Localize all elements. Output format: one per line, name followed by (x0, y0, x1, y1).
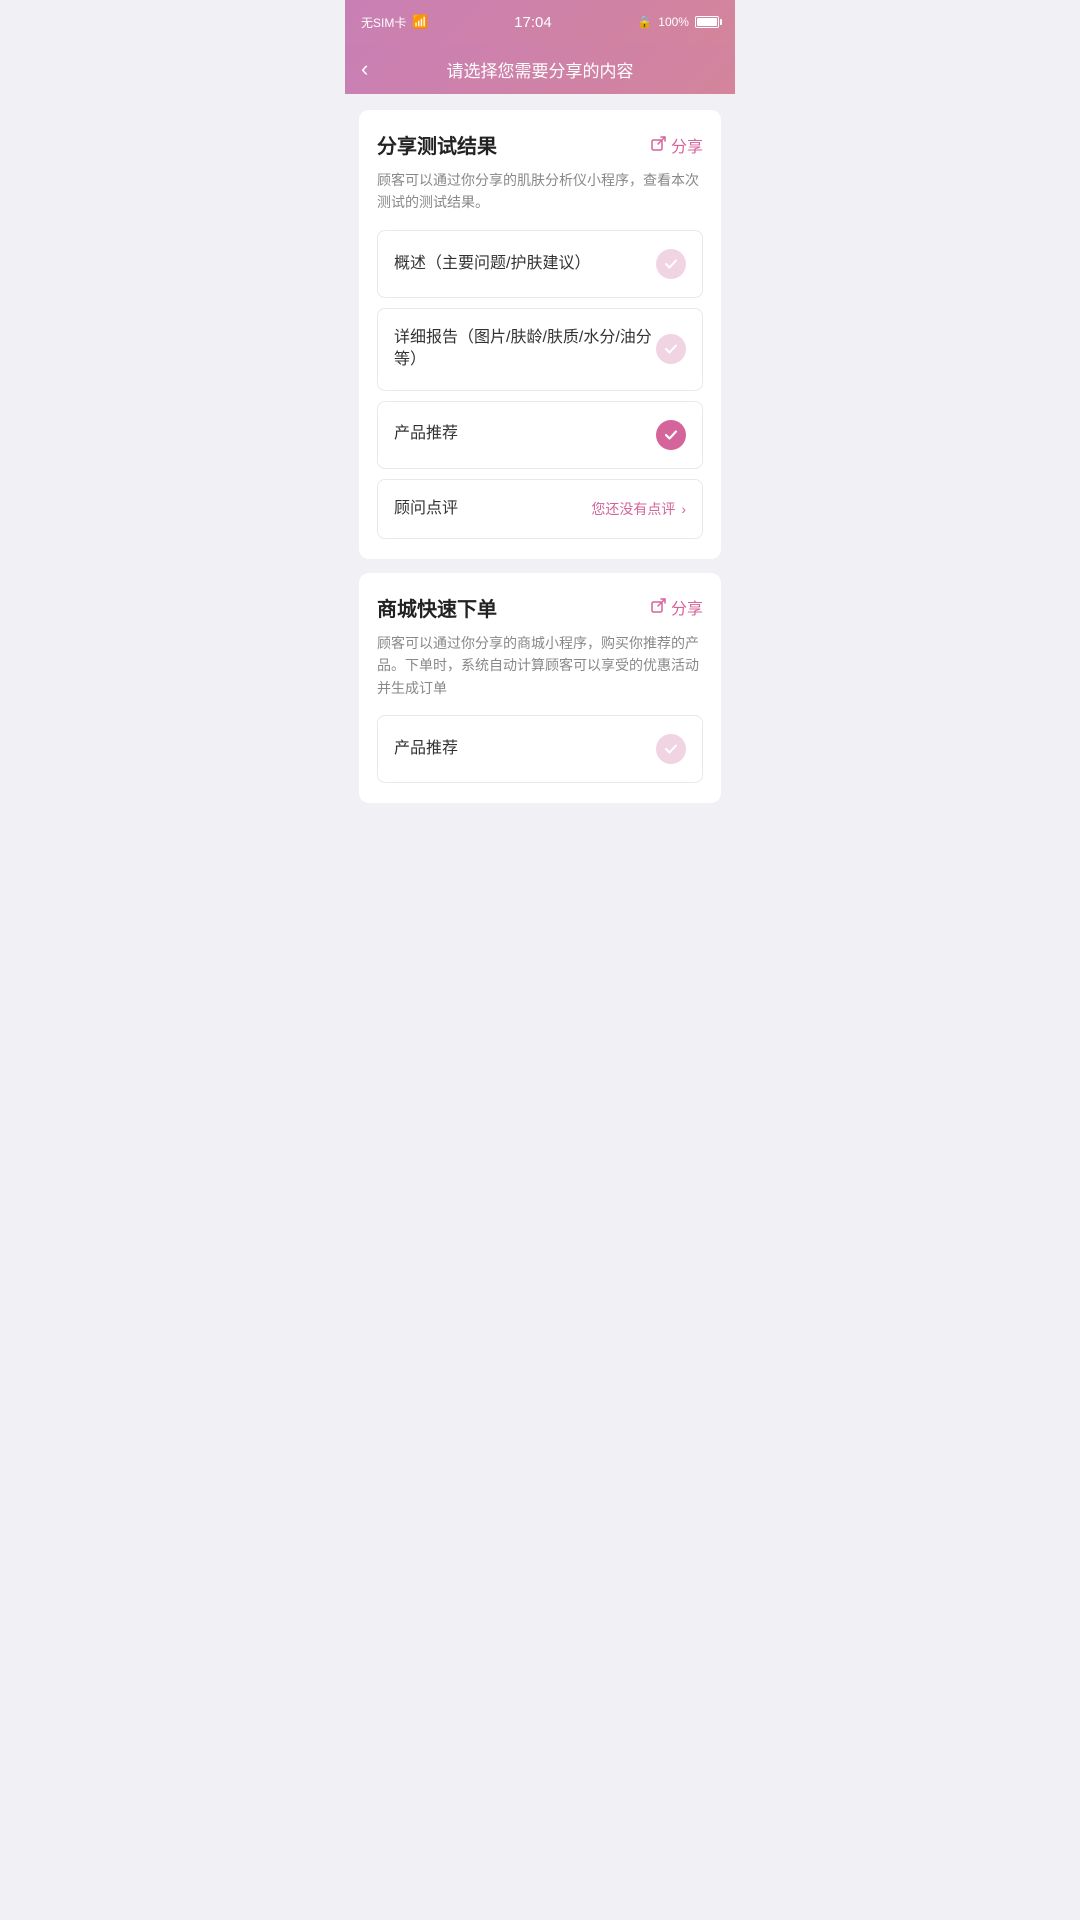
option-product-1-label: 产品推荐 (394, 423, 458, 445)
check-detail (656, 334, 686, 364)
card-title-2: 商城快速下单 (377, 593, 497, 622)
check-product-2 (656, 734, 686, 764)
share-label-2: 分享 (671, 595, 703, 619)
card-desc-1: 顾客可以通过你分享的肌肤分析仪小程序，查看本次测试的测试结果。 (377, 169, 703, 214)
battery-bar (695, 16, 719, 28)
status-right: 🔒 100% (637, 15, 719, 29)
option-overview-label: 概述（主要问题/护肤建议） (394, 253, 590, 275)
check-overview (656, 249, 686, 279)
share-button-1[interactable]: 分享 (651, 133, 703, 157)
status-time: 17:04 (514, 14, 552, 31)
option-list-2: 产品推荐 (377, 715, 703, 783)
main-content: 分享测试结果 分享 顾客可以通过你分享的肌肤分析仪小程序，查看本次测试的测试结果… (345, 94, 735, 819)
share-icon-2 (651, 597, 667, 617)
check-product-1 (656, 420, 686, 450)
card-desc-2: 顾客可以通过你分享的商城小程序，购买你推荐的产品。下单时，系统自动计算顾客可以享… (377, 632, 703, 699)
option-overview[interactable]: 概述（主要问题/护肤建议） (377, 230, 703, 298)
card-header-1: 分享测试结果 分享 (377, 130, 703, 159)
lock-icon: 🔒 (637, 15, 652, 29)
page-header: ‹ 请选择您需要分享的内容 (345, 44, 735, 94)
share-button-2[interactable]: 分享 (651, 595, 703, 619)
card-title-1: 分享测试结果 (377, 130, 497, 159)
back-button[interactable]: ‹ (361, 58, 368, 80)
carrier-label: 无SIM卡 (361, 14, 406, 31)
share-icon-1 (651, 135, 667, 155)
option-detail-report[interactable]: 详细报告（图片/肤龄/肤质/水分/油分等） (377, 308, 703, 391)
chevron-right-icon: › (681, 501, 686, 517)
card-header-2: 商城快速下单 分享 (377, 593, 703, 622)
advisor-row[interactable]: 顾问点评 您还没有点评 › (377, 479, 703, 539)
share-label-1: 分享 (671, 133, 703, 157)
advisor-right: 您还没有点评 › (591, 499, 686, 519)
battery-fill (697, 18, 717, 26)
shop-order-card: 商城快速下单 分享 顾客可以通过你分享的商城小程序，购买你推荐的产品。下单时，系… (359, 573, 721, 803)
option-detail-label: 详细报告（图片/肤龄/肤质/水分/油分等） (394, 327, 656, 372)
battery-percent: 100% (658, 15, 689, 29)
status-left: 无SIM卡 📶 (361, 14, 429, 31)
advisor-status: 您还没有点评 (591, 499, 675, 519)
test-result-card: 分享测试结果 分享 顾客可以通过你分享的肌肤分析仪小程序，查看本次测试的测试结果… (359, 110, 721, 559)
page-title: 请选择您需要分享的内容 (447, 57, 634, 82)
option-product-2-label: 产品推荐 (394, 738, 458, 760)
option-product-2[interactable]: 产品推荐 (377, 715, 703, 783)
wifi-icon: 📶 (412, 14, 428, 30)
status-bar: 无SIM卡 📶 17:04 🔒 100% (345, 0, 735, 44)
option-list-1: 概述（主要问题/护肤建议） 详细报告（图片/肤龄/肤质/水分/油分等） (377, 230, 703, 539)
advisor-label: 顾问点评 (394, 498, 458, 520)
option-product-1[interactable]: 产品推荐 (377, 401, 703, 469)
